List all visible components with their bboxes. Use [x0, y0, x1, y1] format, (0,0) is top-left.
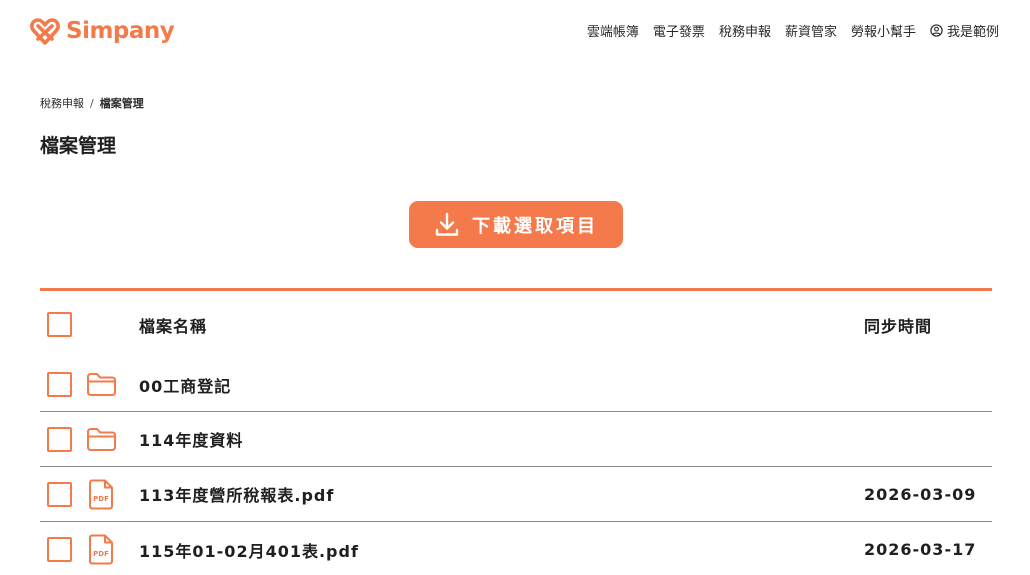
page: Simpany 雲端帳簿 電子發票 稅務申報 薪資管家 勞報小幫手 我是範例 稅… [0, 0, 1030, 575]
sync-time: 2026-03-17 [864, 540, 977, 559]
pdf-icon-label: PDF [93, 550, 109, 558]
download-selected-button[interactable]: 下載選取項目 [409, 201, 623, 248]
pdf-file-icon: PDF [89, 479, 113, 509]
nav-item-payroll[interactable]: 薪資管家 [785, 21, 837, 40]
nav-item-user[interactable]: 我是範例 [930, 21, 999, 40]
file-name[interactable]: 113年度營所稅報表.pdf [139, 482, 334, 506]
top-header: Simpany 雲端帳簿 電子發票 稅務申報 薪資管家 勞報小幫手 我是範例 [0, 0, 1030, 62]
file-name[interactable]: 00工商登記 [139, 373, 231, 397]
breadcrumb-separator: / [90, 96, 94, 110]
nav-item-cloud-books[interactable]: 雲端帳簿 [587, 21, 639, 40]
row-checkbox[interactable] [47, 426, 72, 452]
page-title: 檔案管理 [40, 135, 117, 157]
select-all-checkbox[interactable] [47, 312, 72, 337]
row-checkbox[interactable] [47, 372, 72, 397]
table-row[interactable]: 00工商登記 [40, 358, 992, 412]
row-checkbox[interactable] [47, 481, 72, 507]
brand-name: Simpany [66, 18, 175, 44]
brand-logo[interactable]: Simpany [30, 14, 175, 48]
download-icon [435, 212, 459, 236]
file-table: 檔案名稱 同步時間 00工商登記 114年度資料 PDF 113年度營所稅報表.… [40, 288, 992, 575]
user-name: 我是範例 [946, 25, 999, 40]
table-row[interactable]: 114年度資料 [40, 412, 992, 467]
heart-logo-icon [30, 18, 60, 45]
file-name[interactable]: 114年度資料 [139, 427, 243, 451]
table-row[interactable]: PDF 115年01-02月401表.pdf 2026-03-17 [40, 522, 992, 575]
column-header-name: 檔案名稱 [139, 316, 208, 336]
folder-icon [87, 373, 116, 396]
sync-time: 2026-03-09 [864, 484, 977, 504]
user-circle-icon [930, 24, 943, 37]
nav-item-e-invoice[interactable]: 電子發票 [653, 21, 705, 40]
nav-item-labor-report[interactable]: 勞報小幫手 [851, 21, 916, 40]
table-row[interactable]: PDF 113年度營所稅報表.pdf 2026-03-09 [40, 467, 992, 522]
table-header-row: 檔案名稱 同步時間 [40, 291, 992, 358]
nav-item-tax-filing[interactable]: 稅務申報 [719, 21, 771, 40]
breadcrumb-current: 檔案管理 [99, 97, 144, 110]
column-header-sync-time: 同步時間 [864, 316, 933, 336]
top-nav: 雲端帳簿 電子發票 稅務申報 薪資管家 勞報小幫手 我是範例 [587, 21, 999, 40]
pdf-file-icon: PDF [89, 534, 113, 565]
folder-icon [87, 427, 116, 451]
breadcrumb-parent[interactable]: 稅務申報 [40, 95, 84, 111]
download-button-label: 下載選取項目 [472, 215, 598, 237]
file-name[interactable]: 115年01-02月401表.pdf [139, 538, 359, 562]
pdf-icon-label: PDF [93, 495, 109, 503]
breadcrumb: 稅務申報 / 檔案管理 [40, 95, 144, 111]
row-checkbox[interactable] [47, 537, 72, 562]
